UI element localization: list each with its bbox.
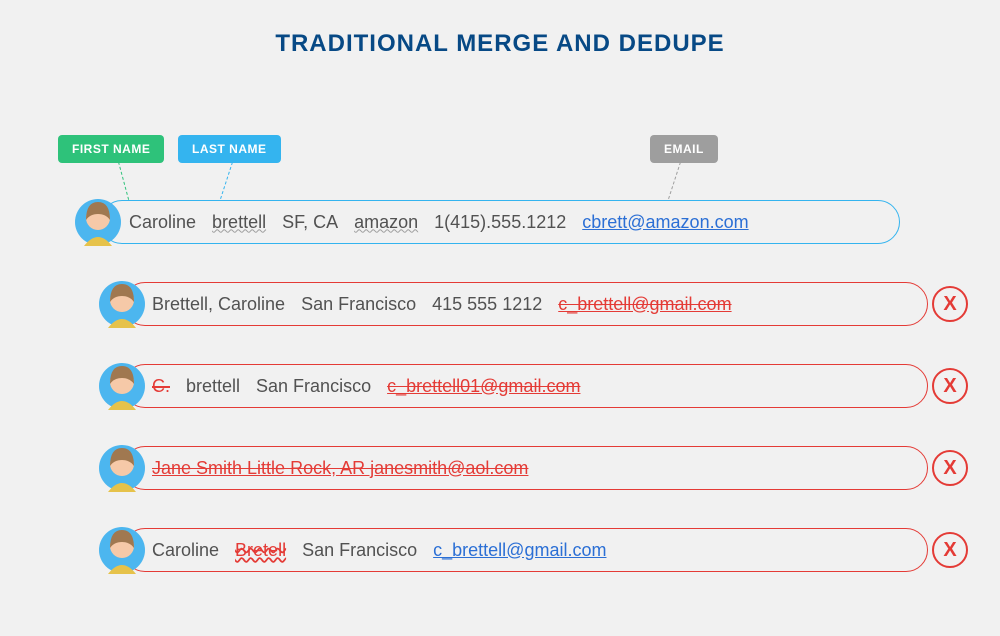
record-primary: Caroline brettell SF, CA amazon 1(415).5…	[0, 200, 1000, 248]
avatar-icon	[98, 280, 146, 328]
field-lastname-typo: Bretell	[235, 540, 286, 561]
field-lastname: brettell	[186, 376, 240, 397]
tag-lastname: LAST NAME	[178, 135, 281, 163]
delete-button[interactable]: X	[932, 368, 968, 404]
field-phone: 415 555 1212	[432, 294, 542, 315]
record-duplicate: Caroline Bretell San Francisco c_brettel…	[0, 528, 1000, 576]
field-location: San Francisco	[301, 294, 416, 315]
record-duplicate: Jane Smith Little Rock, AR janesmith@aol…	[0, 446, 1000, 494]
tag-firstname: FIRST NAME	[58, 135, 164, 163]
field-phone: 1(415).555.1212	[434, 212, 566, 233]
records-list: Caroline brettell SF, CA amazon 1(415).5…	[0, 200, 1000, 610]
record-pill-duplicate: Jane Smith Little Rock, AR janesmith@aol…	[123, 446, 928, 490]
record-pill-duplicate: C. brettell San Francisco c_brettell01@g…	[123, 364, 928, 408]
avatar-icon	[98, 526, 146, 574]
delete-button[interactable]: X	[932, 450, 968, 486]
x-icon: X	[943, 293, 956, 316]
record-pill-primary: Caroline brettell SF, CA amazon 1(415).5…	[100, 200, 900, 244]
field-email: c_brettell@gmail.com	[558, 294, 731, 315]
field-firstname: Caroline	[129, 212, 196, 233]
field-email[interactable]: cbrett@amazon.com	[582, 212, 748, 233]
delete-button[interactable]: X	[932, 286, 968, 322]
field-org: amazon	[354, 212, 418, 233]
field-email[interactable]: c_brettell@gmail.com	[433, 540, 606, 561]
avatar-icon	[98, 444, 146, 492]
field-location: San Francisco	[256, 376, 371, 397]
record-pill-duplicate: Caroline Bretell San Francisco c_brettel…	[123, 528, 928, 572]
diagram-title: TRADITIONAL MERGE AND DEDUPE	[0, 0, 1000, 58]
record-duplicate: Brettell, Caroline San Francisco 415 555…	[0, 282, 1000, 330]
field-name: C.	[152, 376, 170, 397]
x-icon: X	[943, 539, 956, 562]
field-location: San Francisco	[302, 540, 417, 561]
delete-button[interactable]: X	[932, 532, 968, 568]
record-pill-duplicate: Brettell, Caroline San Francisco 415 555…	[123, 282, 928, 326]
field-location: SF, CA	[282, 212, 338, 233]
tag-email: EMAIL	[650, 135, 718, 163]
field-name: Brettell, Caroline	[152, 294, 285, 315]
record-duplicate: C. brettell San Francisco c_brettell01@g…	[0, 364, 1000, 412]
x-icon: X	[943, 375, 956, 398]
field-full-record: Jane Smith Little Rock, AR janesmith@aol…	[152, 458, 528, 479]
avatar-icon	[74, 198, 122, 246]
field-lastname: brettell	[212, 212, 266, 233]
x-icon: X	[943, 457, 956, 480]
field-email: c_brettell01@gmail.com	[387, 376, 580, 397]
avatar-icon	[98, 362, 146, 410]
field-firstname: Caroline	[152, 540, 219, 561]
